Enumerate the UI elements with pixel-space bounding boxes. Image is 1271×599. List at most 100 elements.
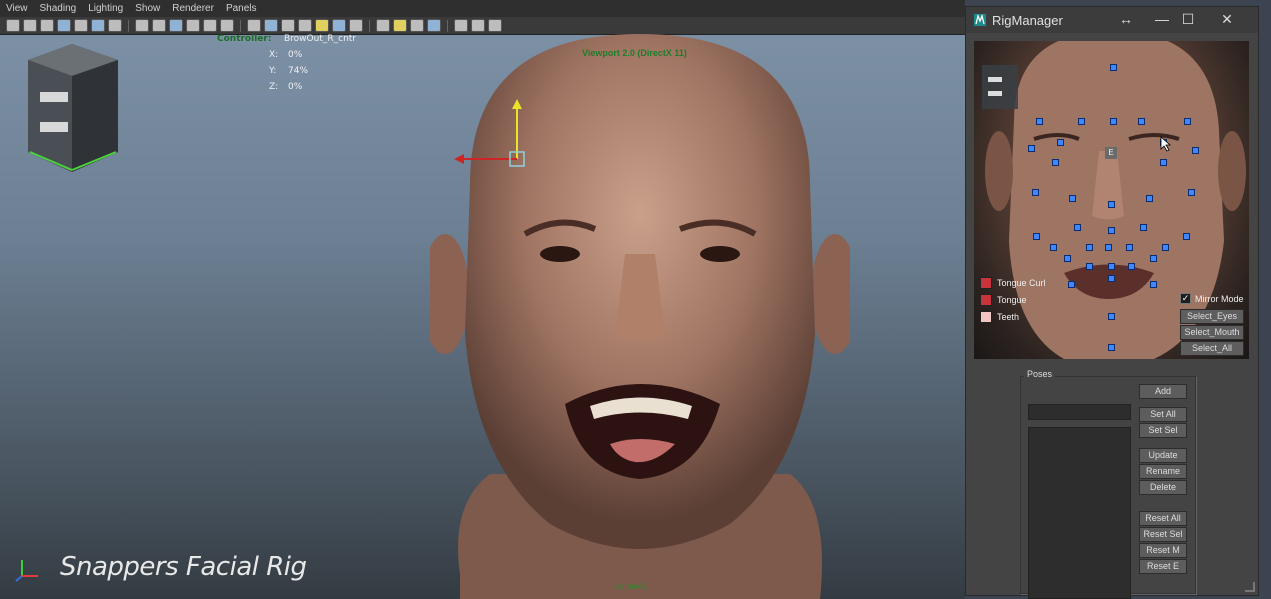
resolution-gate-icon[interactable]: [108, 19, 122, 32]
control-mouth-corner-r-up[interactable]: [1050, 244, 1057, 251]
menu-lighting[interactable]: Lighting: [82, 3, 129, 14]
control-chin[interactable]: [1108, 313, 1115, 320]
select-mouth-button[interactable]: Select_Mouth: [1180, 325, 1244, 340]
expand-horizontal-icon[interactable]: ↔: [1113, 10, 1139, 28]
control-jaw-center[interactable]: [1108, 344, 1115, 351]
control-nose-tip[interactable]: [1108, 201, 1115, 208]
control-chin-r[interactable]: [1068, 281, 1075, 288]
teeth-swatch[interactable]: [980, 311, 992, 323]
menu-show[interactable]: Show: [129, 3, 166, 14]
close-icon[interactable]: ✕: [1214, 10, 1240, 28]
reset-m-button[interactable]: Reset M: [1139, 543, 1187, 558]
control-nose-r[interactable]: [1069, 195, 1076, 202]
menu-shading[interactable]: Shading: [34, 3, 83, 14]
pose-name-field[interactable]: [1028, 404, 1131, 420]
set-all-button[interactable]: Set All: [1139, 407, 1187, 422]
wireframe-on-shaded-icon[interactable]: [281, 19, 295, 32]
reset-e-button[interactable]: Reset E: [1139, 559, 1187, 574]
bookmark-icon[interactable]: [40, 19, 54, 32]
film-gate-icon[interactable]: [91, 19, 105, 32]
reset-sel-button[interactable]: Reset Sel: [1139, 527, 1187, 542]
layer-toggle-teeth[interactable]: Teeth: [980, 311, 1019, 323]
control-jaw-r[interactable]: [1033, 233, 1040, 240]
control-brow-center[interactable]: [1110, 118, 1117, 125]
panel-layout-icon[interactable]: [488, 19, 502, 32]
control-cheek-r[interactable]: [1032, 189, 1039, 196]
control-nasolabial-l[interactable]: [1140, 224, 1147, 231]
isolate-select-icon[interactable]: [454, 19, 468, 32]
menu-view[interactable]: View: [0, 3, 34, 14]
field-chart-icon[interactable]: [152, 19, 166, 32]
camera-attr-icon[interactable]: [23, 19, 37, 32]
control-lower-lip-l[interactable]: [1128, 263, 1135, 270]
xray-components-icon[interactable]: [410, 19, 424, 32]
pan-zoom-icon[interactable]: [203, 19, 217, 32]
add-pose-button[interactable]: Add: [1139, 384, 1187, 399]
smooth-shade-icon[interactable]: [264, 19, 278, 32]
control-brow-mid-l[interactable]: [1138, 118, 1145, 125]
rename-button[interactable]: Rename: [1139, 464, 1187, 479]
control-mouth-corner-l[interactable]: [1150, 255, 1157, 262]
textured-icon[interactable]: [298, 19, 312, 32]
menu-renderer[interactable]: Renderer: [166, 3, 220, 14]
move-manipulator[interactable]: [450, 95, 540, 175]
pose-list[interactable]: [1028, 427, 1131, 599]
safe-title-icon[interactable]: [186, 19, 200, 32]
delete-button[interactable]: Delete: [1139, 480, 1187, 495]
maya-viewport[interactable]: View Shading Lighting Show Renderer Pane…: [0, 0, 965, 599]
control-nose-l[interactable]: [1146, 195, 1153, 202]
lights-icon[interactable]: [315, 19, 329, 32]
control-lower-lip-center[interactable]: [1108, 275, 1115, 282]
minimize-icon[interactable]: —: [1149, 10, 1175, 28]
control-eye-r-upper[interactable]: [1057, 139, 1064, 146]
view-cube-icon[interactable]: [18, 40, 126, 178]
motion-blur-icon[interactable]: [427, 19, 441, 32]
layer-toggle-tongue-curl[interactable]: Tongue Curl: [980, 277, 1046, 289]
set-sel-button[interactable]: Set Sel: [1139, 423, 1187, 438]
maximize-icon[interactable]: ☐: [1175, 10, 1201, 28]
control-nasolabial-r[interactable]: [1074, 224, 1081, 231]
face-picker-panel[interactable]: E Tongue Curl Tongue Teeth ✓ Mirror Mode…: [974, 41, 1249, 359]
eye-target-marker[interactable]: E: [1105, 147, 1117, 159]
control-upper-lip-center[interactable]: [1108, 227, 1115, 234]
grid-icon[interactable]: [74, 19, 88, 32]
control-upper-lip-r[interactable]: [1086, 244, 1093, 251]
control-brow-in-r[interactable]: [1036, 118, 1043, 125]
control-eye-l-outer[interactable]: [1192, 147, 1199, 154]
hud-icon[interactable]: [471, 19, 485, 32]
control-jaw-l[interactable]: [1183, 233, 1190, 240]
ambient-occlusion-icon[interactable]: [349, 19, 363, 32]
xray-joints-icon[interactable]: [393, 19, 407, 32]
grease-pencil-icon[interactable]: [220, 19, 234, 32]
control-lower-lip-r[interactable]: [1086, 263, 1093, 270]
tongue-curl-swatch[interactable]: [980, 277, 992, 289]
reset-all-button[interactable]: Reset All: [1139, 511, 1187, 526]
safe-action-icon[interactable]: [169, 19, 183, 32]
rigmanager-titlebar[interactable]: RigManager ↔ — ☐ ✕: [966, 7, 1258, 33]
control-lower-lip-mid[interactable]: [1108, 263, 1115, 270]
resize-grip[interactable]: [1245, 582, 1255, 592]
control-brow-mid-r[interactable]: [1078, 118, 1085, 125]
camera-icon[interactable]: [6, 19, 20, 32]
control-mouth-corner-r[interactable]: [1064, 255, 1071, 262]
control-brow-out-l[interactable]: [1184, 118, 1191, 125]
select-all-button[interactable]: Select_All: [1180, 341, 1244, 356]
control-chin-l[interactable]: [1150, 281, 1157, 288]
control-cheek-l[interactable]: [1188, 189, 1195, 196]
update-button[interactable]: Update: [1139, 448, 1187, 463]
checkmark-icon[interactable]: ✓: [1180, 293, 1191, 304]
mirror-mode-checkbox[interactable]: ✓ Mirror Mode: [1180, 293, 1244, 304]
menu-panels[interactable]: Panels: [220, 3, 263, 14]
wireframe-icon[interactable]: [247, 19, 261, 32]
xray-icon[interactable]: [376, 19, 390, 32]
gate-mask-icon[interactable]: [135, 19, 149, 32]
control-upper-lip-mid[interactable]: [1105, 244, 1112, 251]
control-eye-l-lower[interactable]: [1160, 159, 1167, 166]
tongue-swatch[interactable]: [980, 294, 992, 306]
layer-toggle-tongue[interactable]: Tongue: [980, 294, 1027, 306]
control-eye-r-lower[interactable]: [1052, 159, 1059, 166]
select-eyes-button[interactable]: Select_Eyes: [1180, 309, 1244, 324]
control-upper-lip-l[interactable]: [1126, 244, 1133, 251]
control-forehead[interactable]: [1110, 64, 1117, 71]
control-eye-r-outer[interactable]: [1028, 145, 1035, 152]
